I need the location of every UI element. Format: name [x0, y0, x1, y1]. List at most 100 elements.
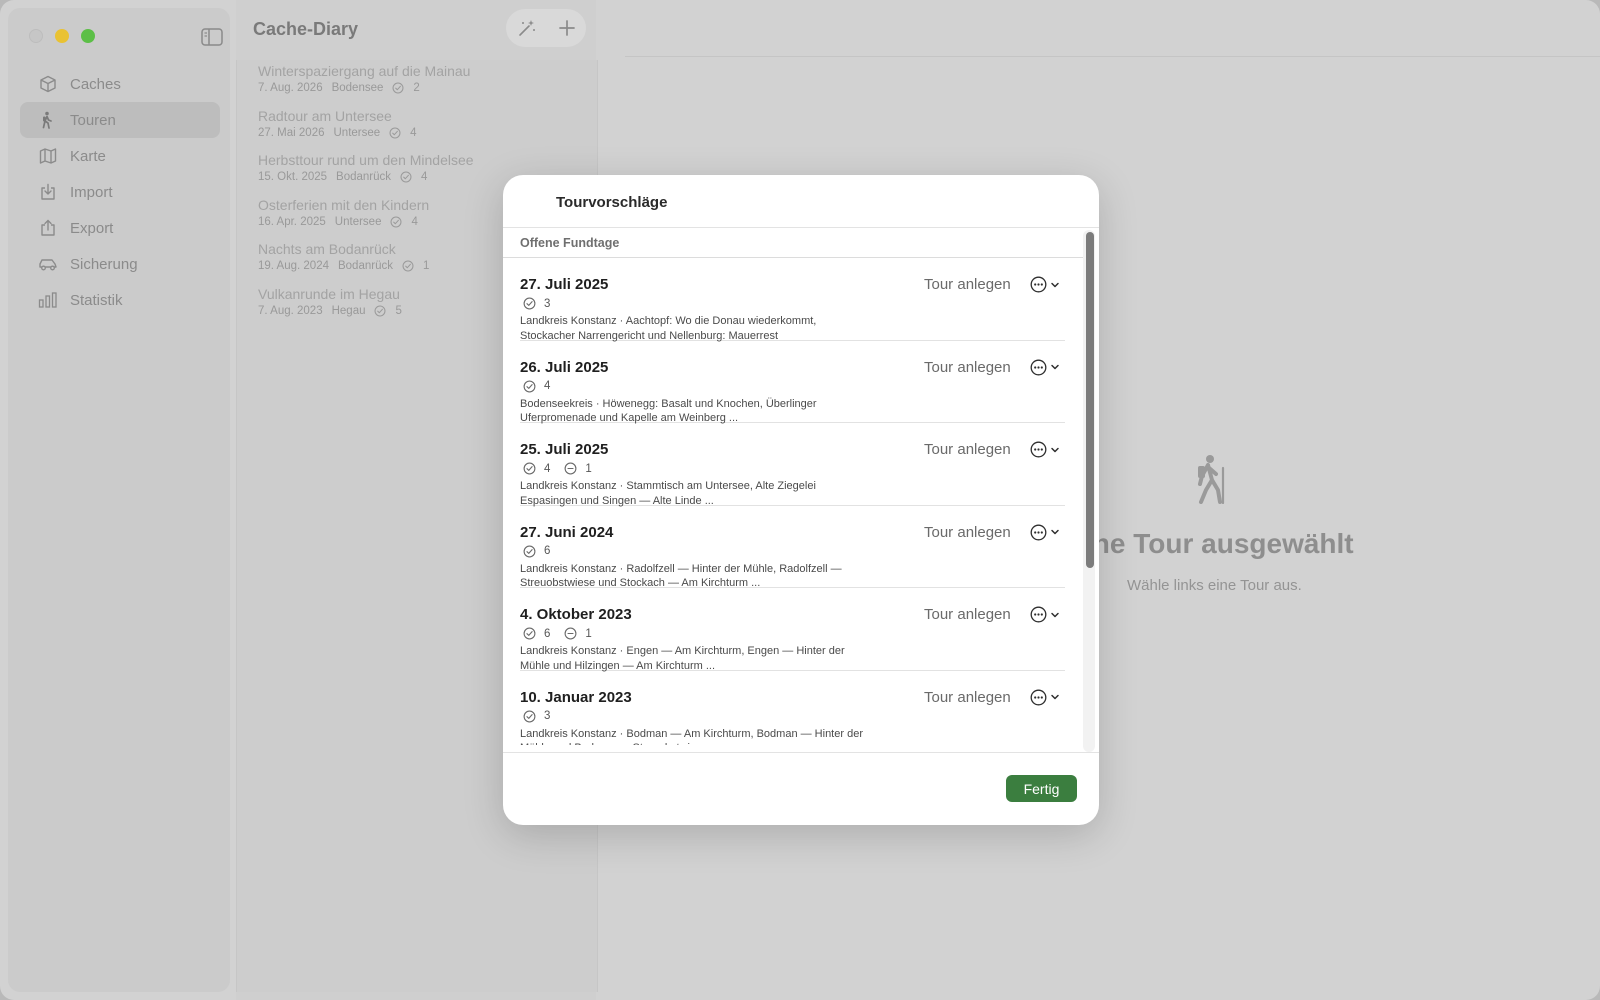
- sidebar-item-label: Statistik: [70, 291, 123, 309]
- day-date: 10. Januar 2023: [520, 688, 632, 706]
- table-row: 27. Juli 2025 3 Landkreis Konstanz · Aacht…: [520, 258, 1065, 343]
- ellipsis-circle-icon: [1030, 606, 1047, 623]
- found-count: 6: [544, 627, 551, 640]
- done-button[interactable]: Fertig: [1006, 775, 1077, 802]
- day-counts: 3: [523, 297, 564, 310]
- chevron-down-icon: [1051, 694, 1059, 700]
- day-date: 4. Oktober 2023: [520, 606, 632, 623]
- found-check-icon: [523, 462, 536, 475]
- day-description-line: Landkreis Konstanz · Engen — Am Kirchtur…: [520, 645, 845, 657]
- create-tour-button[interactable]: Tour anlegen: [924, 524, 1011, 541]
- found-check-icon: [523, 710, 536, 723]
- empty-state-title: ine Tour ausgewählt: [1085, 528, 1354, 559]
- sheet-header-divider: [503, 227, 1099, 228]
- more-menu-button[interactable]: [1030, 359, 1060, 376]
- sidebar-item-export[interactable]: Export: [20, 210, 220, 246]
- day-counts: 41: [523, 462, 606, 475]
- found-check-icon: [390, 216, 402, 228]
- chevron-down-icon: [1051, 282, 1059, 287]
- create-tour-button[interactable]: Tour anlegen: [924, 689, 1011, 706]
- day-counts: 61: [523, 627, 606, 640]
- found-check-icon: [389, 127, 401, 139]
- table-row: 10. Januar 2023 3 Landkreis Konstanz · Bod…: [520, 671, 1065, 746]
- map-icon: [38, 146, 58, 166]
- export-icon: [38, 218, 58, 238]
- tour-date: 27. Mai 2026: [258, 126, 325, 139]
- tour-found-count: 4: [411, 215, 418, 228]
- window-minimize-button[interactable]: [55, 29, 69, 43]
- day-counts: 6: [523, 545, 564, 558]
- dnf-count: 1: [585, 627, 592, 640]
- tour-region: Bodensee: [331, 82, 384, 94]
- tour-region: Bodanrück: [337, 260, 393, 272]
- sidebar-item-touren[interactable]: Touren: [20, 102, 220, 138]
- more-menu-button[interactable]: [1030, 441, 1060, 458]
- sidebar-item-statistik[interactable]: Statistik: [20, 282, 220, 318]
- found-count: 3: [544, 710, 551, 722]
- day-description-line: Mühle und Bodman — Streuobstwiese ...: [520, 741, 890, 745]
- day-description-line: Landkreis Konstanz · Aachtopf: Wo die Do…: [520, 315, 817, 327]
- sidebar-item-label: Touren: [70, 111, 116, 129]
- found-check-icon: [374, 305, 386, 317]
- day-counts: 4: [523, 380, 564, 393]
- dnf-minus-icon: [564, 462, 577, 475]
- day-description: Landkreis Konstanz · Aachtopf: Wo die Do…: [520, 314, 890, 343]
- create-tour-button[interactable]: Tour anlegen: [924, 441, 1011, 458]
- day-date: 27. Juli 2025: [520, 276, 609, 293]
- day-description: Landkreis Konstanz · Bodman — Am Kirchtu…: [520, 727, 890, 746]
- day-description-line: Landkreis Konstanz · Stammtisch am Unter…: [520, 480, 816, 492]
- tour-name: Winterspaziergang auf die Mainau: [258, 63, 471, 79]
- day-description: Landkreis Konstanz · Stammtisch am Unter…: [520, 479, 890, 508]
- magic-wand-icon[interactable]: [517, 18, 537, 38]
- ellipsis-circle-icon: [1030, 524, 1047, 540]
- sidebar-item-sicherung[interactable]: Sicherung: [20, 246, 220, 282]
- tour-name: Radtour am Untersee: [258, 107, 392, 124]
- tour-found-count: 4: [421, 171, 428, 183]
- window-zoom-button[interactable]: [81, 29, 95, 43]
- create-tour-button[interactable]: Tour anlegen: [924, 359, 1011, 376]
- sidebar: Caches Touren Karte Import Export Sicherung St…: [8, 8, 230, 992]
- car-icon: [38, 254, 58, 274]
- tour-region: Untersee: [334, 215, 382, 228]
- day-list-scroll-area[interactable]: 27. Juli 2025 3 Landkreis Konstanz · Aacht…: [503, 258, 1083, 825]
- found-count: 4: [544, 380, 551, 392]
- sidebar-item-label: Caches: [70, 75, 121, 93]
- tour-found-count: 5: [395, 304, 402, 317]
- more-menu-button[interactable]: [1030, 606, 1060, 623]
- day-date: 27. Juni 2024: [520, 523, 614, 541]
- more-menu-button[interactable]: [1030, 689, 1060, 706]
- plus-icon[interactable]: [558, 19, 576, 37]
- scrollbar-thumb[interactable]: [1086, 232, 1094, 568]
- found-check-icon: [523, 627, 536, 640]
- tour-date: 7. Aug. 2026: [258, 82, 323, 94]
- found-check-icon: [523, 545, 536, 558]
- sidebar-toggle-icon[interactable]: [201, 28, 223, 46]
- create-tour-button[interactable]: Tour anlegen: [924, 606, 1011, 623]
- day-date: 25. Juli 2025: [520, 441, 609, 458]
- found-check-icon: [400, 171, 412, 183]
- list-item[interactable]: Winterspaziergang auf die Mainau 7. Aug. …: [258, 62, 588, 107]
- tour-name: Herbsttour rund um den Mindelsee: [258, 152, 474, 168]
- sidebar-item-import[interactable]: Import: [20, 174, 220, 210]
- more-menu-button[interactable]: [1030, 276, 1060, 293]
- day-description-line: Bodenseekreis · Höwenegg: Basalt und Kno…: [520, 397, 817, 410]
- table-row: 27. Juni 2024 6 Landkreis Konstanz · Radol…: [520, 506, 1065, 589]
- table-row: 25. Juli 2025 4 1 Landkreis Konstanz · Stam…: [520, 423, 1065, 508]
- ellipsis-circle-icon: [1030, 276, 1047, 293]
- sidebar-item-karte[interactable]: Karte: [20, 138, 220, 174]
- import-icon: [38, 182, 58, 202]
- tour-found-count: 4: [410, 126, 417, 139]
- found-check-icon: [402, 260, 414, 272]
- tour-region: Bodanrück: [336, 171, 392, 183]
- hiker-icon: [38, 110, 58, 130]
- create-tour-button[interactable]: Tour anlegen: [924, 276, 1011, 293]
- tour-region: Hegau: [331, 304, 366, 317]
- sidebar-item-caches[interactable]: Caches: [20, 66, 220, 102]
- more-menu-button[interactable]: [1030, 524, 1060, 541]
- cube-icon: [38, 74, 58, 94]
- window-close-button[interactable]: [29, 29, 43, 43]
- list-item[interactable]: Radtour am Untersee 27. Mai 2026 Untersee 4: [258, 107, 588, 152]
- empty-state-subtitle: Wähle links eine Tour aus.: [1127, 577, 1302, 594]
- found-check-icon: [392, 82, 404, 94]
- tour-found-count: 1: [422, 260, 430, 272]
